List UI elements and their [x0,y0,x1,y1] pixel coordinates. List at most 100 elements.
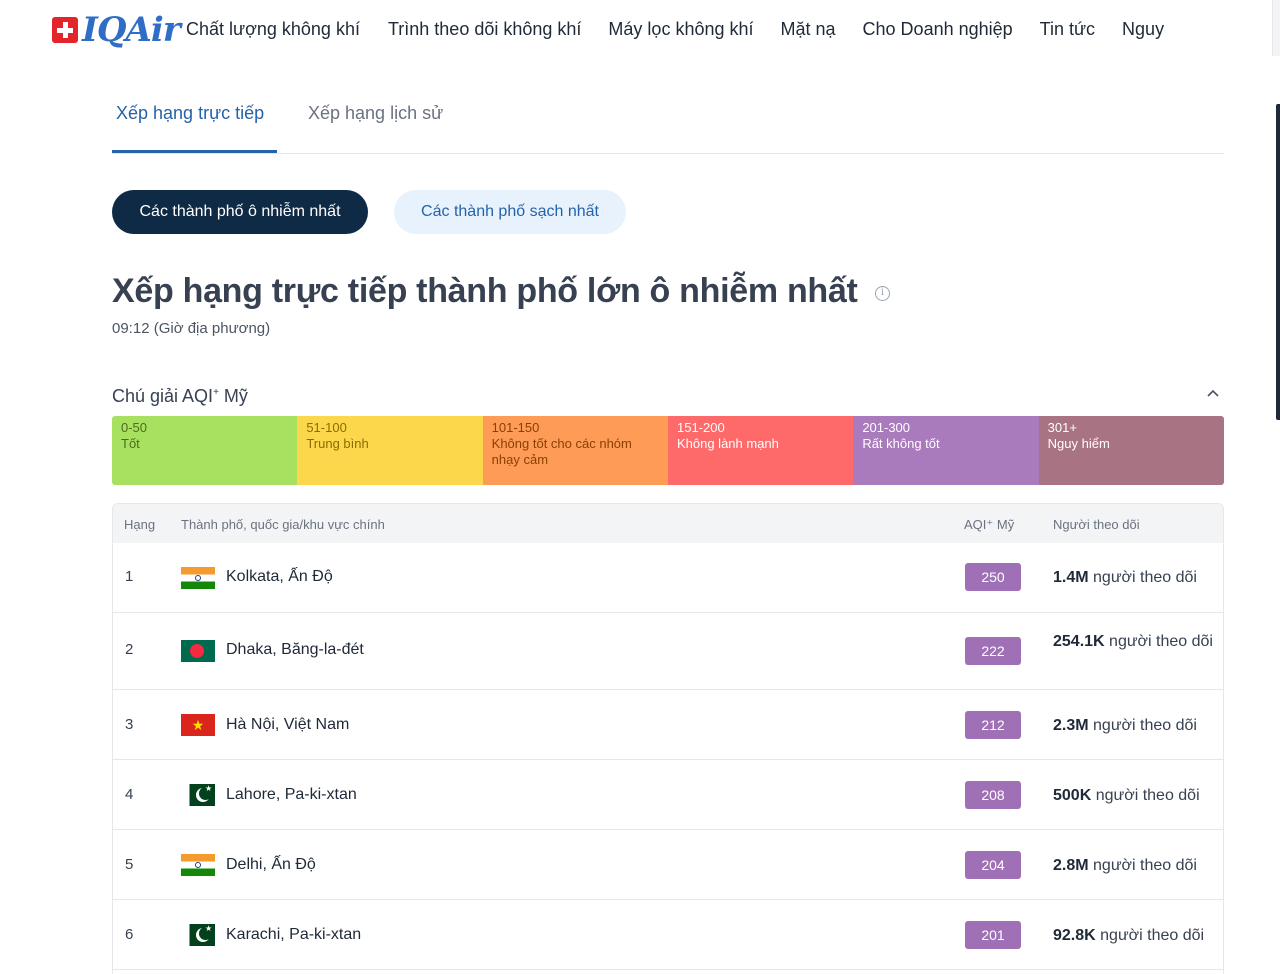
table-row[interactable]: 3 ★ Hà Nội, Việt Nam 212 2.3M người theo… [113,690,1223,760]
scrollbar-thumb[interactable] [1276,104,1280,420]
rank-number: 3 [125,716,133,733]
followers-label: người theo dõi [1091,787,1199,804]
nav-item-air-monitors[interactable]: Trình theo dõi không khí [388,17,581,41]
table-row[interactable]: 5 Delhi, Ấn Độ 204 2.8M người theo dõi [113,830,1223,900]
tab-historical-ranking[interactable]: Xếp hạng lịch sử [308,100,443,144]
followers-number: 2.8M [1053,857,1089,874]
legend-range: 151-200 [677,420,844,436]
followers-number: 92.8K [1053,927,1096,944]
aqi-badge[interactable]: 250 [965,563,1021,591]
legend-range: 301+ [1048,420,1215,436]
aqi-legend-bar: 0-50Tốt 51-100Trung bình 101-150Không tố… [112,416,1224,485]
followers-label: người theo dõi [1105,633,1213,650]
nav-menu: Chất lượng không khí Trình theo dõi không… [186,17,1226,41]
followers-count: 254.1K người theo dõi [1053,633,1215,651]
legend-title-main: Chú giải AQI [112,386,213,406]
pakistan-flag-icon: ★ [181,924,215,946]
legend-level-sensitive: 101-150Không tốt cho các nhóm nhạy cảm [483,416,668,485]
nav-item-air-quality[interactable]: Chất lượng không khí [186,17,360,41]
page-title: Xếp hạng trực tiếp thành phố lớn ô nhiễm… [112,270,858,312]
legend-level-good: 0-50Tốt [112,416,297,485]
swiss-flag-icon [52,17,78,43]
followers-count: 500K người theo dõi [1053,787,1215,805]
followers-label: người theo dõi [1089,857,1197,874]
top-navigation: IQAir Chất lượng không khí Trình theo dõi… [0,0,1280,58]
nav-item-business[interactable]: Cho Doanh nghiệp [863,17,1013,41]
followers-count: 92.8K người theo dõi [1053,927,1215,945]
legend-level-moderate: 51-100Trung bình [297,416,482,485]
followers-number: 2.3M [1053,717,1089,734]
table-row[interactable]: 6 ★ Karachi, Pa-ki-xtan 201 92.8K người … [113,900,1223,970]
nav-item-air-purifiers[interactable]: Máy lọc không khí [608,17,753,41]
city-name[interactable]: Lahore, Pa-ki-xtan [226,786,357,804]
legend-range: 201-300 [862,420,1029,436]
legend-label: Không lành mạnh [677,436,779,451]
iqair-logo[interactable]: IQAir [52,12,180,48]
table-row[interactable]: 2 Dhaka, Băng-la-đét 222 254.1K người th… [113,613,1223,690]
rank-number: 6 [125,926,133,943]
active-tab-indicator [112,150,277,153]
city-name[interactable]: Kolkata, Ấn Độ [226,568,333,586]
aqi-badge[interactable]: 222 [965,637,1021,665]
followers-label: người theo dõi [1096,927,1204,944]
bangladesh-flag-icon [181,640,215,662]
followers-label: người theo dõi [1089,569,1197,586]
header-followers: Người theo dõi [1053,517,1140,532]
aqi-badge[interactable]: 204 [965,851,1021,879]
vietnam-flag-icon: ★ [181,714,215,736]
legend-label: Không tốt cho các nhóm nhạy cảm [492,436,632,467]
nav-item-masks[interactable]: Mặt nạ [781,17,836,41]
rank-number: 5 [125,856,133,873]
local-time: 09:12 (Giờ địa phương) [112,319,270,339]
table-header: Hạng Thành phố, quốc gia/khu vực chính A… [113,504,1223,543]
aqi-badge[interactable]: 208 [965,781,1021,809]
city-name[interactable]: Delhi, Ấn Độ [226,856,316,874]
city-name[interactable]: Dhaka, Băng-la-đét [226,641,364,659]
followers-count: 1.4M người theo dõi [1053,569,1215,587]
logo-text: IQAir [82,12,180,48]
city-name[interactable]: Karachi, Pa-ki-xtan [226,926,361,944]
city-name[interactable]: Hà Nội, Việt Nam [226,716,349,734]
aqi-badge[interactable]: 212 [965,711,1021,739]
india-flag-icon [181,567,215,589]
aqi-legend-title: Chú giải AQI+ Mỹ [112,381,248,408]
rank-number: 4 [125,786,133,803]
legend-label: Trung bình [306,436,368,451]
table-row[interactable]: 1 Kolkata, Ấn Độ 250 1.4M người theo dõi [113,543,1223,613]
india-flag-icon [181,854,215,876]
legend-range: 0-50 [121,420,288,436]
side-panel-edge [1272,0,1280,56]
cleanest-button[interactable]: Các thành phố sạch nhất [394,190,626,234]
nav-item-truncated[interactable]: Nguy [1122,17,1164,41]
legend-label: Rất không tốt [862,436,939,451]
legend-label: Nguy hiểm [1048,436,1110,451]
aqi-badge[interactable]: 201 [965,921,1021,949]
legend-label: Tốt [121,436,140,451]
legend-level-hazardous: 301+Nguy hiểm [1039,416,1224,485]
header-city: Thành phố, quốc gia/khu vực chính [181,517,385,532]
legend-range: 51-100 [306,420,473,436]
ranking-table: Hạng Thành phố, quốc gia/khu vực chính A… [112,503,1224,974]
chevron-up-icon[interactable] [1206,386,1220,400]
header-aqi: AQI⁺ Mỹ [964,517,1014,533]
nav-item-news[interactable]: Tin tức [1040,17,1095,41]
legend-title-suffix: Mỹ [219,386,248,406]
followers-label: người theo dõi [1089,717,1197,734]
followers-number: 254.1K [1053,633,1105,650]
followers-count: 2.8M người theo dõi [1053,857,1215,875]
ranking-tabs: Xếp hạng trực tiếp Xếp hạng lịch sử [112,90,1224,154]
header-rank: Hạng [124,517,155,532]
followers-number: 500K [1053,787,1091,804]
rank-number: 1 [125,568,133,585]
legend-level-very-unhealthy: 201-300Rất không tốt [853,416,1038,485]
tab-live-ranking[interactable]: Xếp hạng trực tiếp [116,100,264,144]
info-icon[interactable]: i [875,286,890,301]
most-polluted-button[interactable]: Các thành phố ô nhiễm nhất [112,190,368,234]
pakistan-flag-icon: ★ [181,784,215,806]
rank-number: 2 [125,641,133,658]
legend-range: 101-150 [492,420,659,436]
followers-count: 2.3M người theo dõi [1053,717,1215,735]
table-row[interactable]: 4 ★ Lahore, Pa-ki-xtan 208 500K người th… [113,760,1223,830]
legend-level-unhealthy: 151-200Không lành mạnh [668,416,853,485]
followers-number: 1.4M [1053,569,1089,586]
